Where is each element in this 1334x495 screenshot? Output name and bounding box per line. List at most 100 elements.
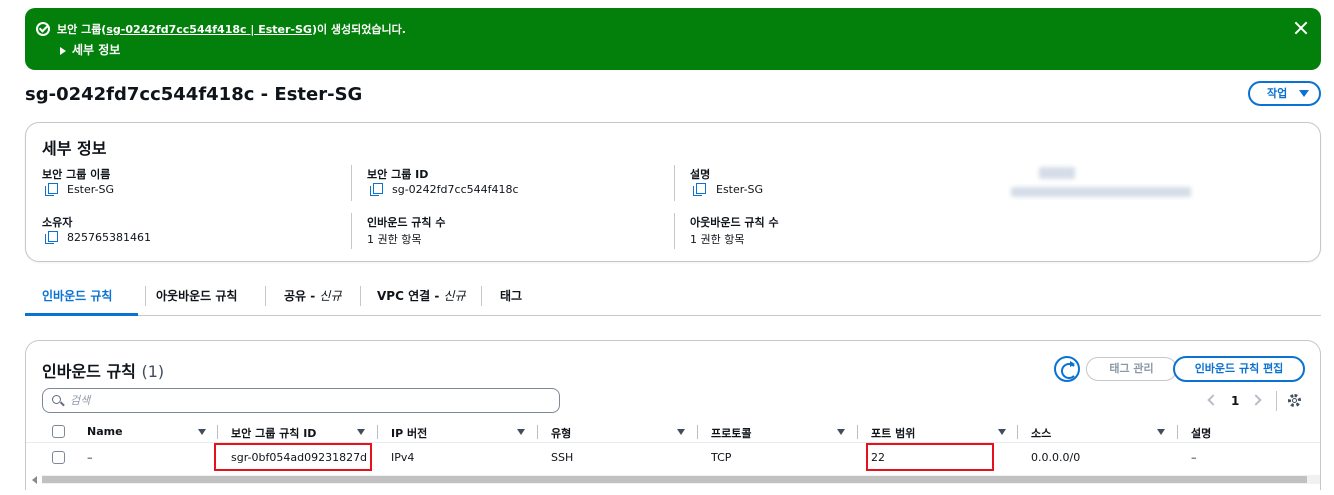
cell-protocol: TCP xyxy=(711,451,732,464)
sort-caret-icon[interactable] xyxy=(837,429,845,435)
cell-source: 0.0.0.0/0 xyxy=(1031,451,1081,464)
column-header-description[interactable]: 설명 xyxy=(1191,425,1211,441)
tab-new-badge: 신규 xyxy=(443,289,466,303)
column-resizer[interactable] xyxy=(1177,425,1178,439)
actions-button-label: 작업 xyxy=(1267,87,1288,100)
page-number[interactable]: 1 xyxy=(1231,394,1239,408)
sort-caret-icon[interactable] xyxy=(357,429,365,435)
sort-caret-icon[interactable] xyxy=(1157,429,1165,435)
column-resizer[interactable] xyxy=(217,425,218,439)
column-header-port-range[interactable]: 포트 범위 xyxy=(871,425,915,441)
redacted-region xyxy=(1011,165,1191,205)
flash-message: 보안 그룹(sg-0242fd7cc544f418c | Ester-SG)이 … xyxy=(57,21,406,37)
table-header: Name 보안 그룹 규칙 ID IP 버전 유형 프로토콜 포트 범위 소스 … xyxy=(26,421,1320,443)
owner-label: 소유자 xyxy=(42,216,73,229)
tab-label: 태그 xyxy=(500,289,523,303)
horizontal-scrollbar[interactable] xyxy=(42,475,1320,484)
search-input[interactable] xyxy=(70,392,550,409)
rules-title-text: 인바운드 규칙 xyxy=(42,362,136,381)
inbound-count-label: 인바운드 규칙 수 xyxy=(367,216,446,229)
success-check-icon xyxy=(36,22,50,36)
tab-label: 아웃바운드 규칙 xyxy=(156,289,238,303)
column-header-name[interactable]: Name xyxy=(87,425,123,438)
actions-button[interactable]: 작업 xyxy=(1248,81,1321,106)
manage-tags-button[interactable]: 태그 관리 xyxy=(1086,357,1177,381)
flash-details-toggle[interactable]: 세부 정보 xyxy=(60,41,120,58)
scrollbar-thumb[interactable] xyxy=(42,476,1307,483)
tab-separator xyxy=(360,286,361,306)
copy-icon[interactable] xyxy=(45,183,58,196)
row-checkbox[interactable] xyxy=(52,451,65,464)
highlight-rule-id-box xyxy=(214,443,372,471)
search-field[interactable] xyxy=(42,388,560,413)
sg-name-value: Ester-SG xyxy=(67,183,115,196)
scroll-left-arrow-icon[interactable] xyxy=(32,476,37,484)
sort-caret-icon[interactable] xyxy=(517,429,525,435)
caret-right-icon xyxy=(60,46,66,55)
rules-title: 인바운드 규칙 (1) xyxy=(42,358,164,382)
rules-count: (1) xyxy=(141,362,165,381)
inbound-rules-panel: 인바운드 규칙 (1) 태그 관리 인바운드 규칙 편집 1 Name 보안 그… xyxy=(25,340,1321,490)
tab-label: VPC 연결 - xyxy=(377,289,444,303)
success-flash-banner: 보안 그룹(sg-0242fd7cc544f418c | Ester-SG)이 … xyxy=(25,8,1321,70)
tab-outbound-rules[interactable]: 아웃바운드 규칙 xyxy=(156,280,237,316)
column-header-protocol[interactable]: 프로토콜 xyxy=(711,425,751,441)
select-all-checkbox[interactable] xyxy=(52,425,65,438)
sort-caret-icon[interactable] xyxy=(198,429,206,435)
column-resizer[interactable] xyxy=(857,425,858,439)
tab-label: 인바운드 규칙 xyxy=(42,289,113,303)
column-resizer[interactable] xyxy=(377,425,378,439)
chevron-left-icon[interactable] xyxy=(1207,394,1219,406)
divider xyxy=(351,213,352,249)
divider xyxy=(1276,391,1277,411)
description-value: Ester-SG xyxy=(716,183,764,196)
security-group-link[interactable]: sg-0242fd7cc544f418c | Ester-SG xyxy=(106,23,312,36)
divider xyxy=(674,165,675,201)
description-label: 설명 xyxy=(690,168,711,181)
column-resizer[interactable] xyxy=(537,425,538,439)
tab-bar: 인바운드 규칙 아웃바운드 규칙 공유 - 신규 VPC 연결 - 신규 태그 xyxy=(25,280,1321,316)
highlight-port-range-box xyxy=(866,443,994,471)
cell-description: – xyxy=(1191,451,1197,464)
column-resizer[interactable] xyxy=(697,425,698,439)
copy-icon[interactable] xyxy=(693,183,706,196)
tab-inbound-rules[interactable]: 인바운드 규칙 xyxy=(25,280,138,316)
page-title: sg-0242fd7cc544f418c - Ester-SG xyxy=(25,84,363,105)
tab-tags[interactable]: 태그 xyxy=(500,280,522,316)
refresh-icon[interactable] xyxy=(1054,356,1080,382)
close-icon[interactable] xyxy=(1293,20,1309,36)
column-header-source[interactable]: 소스 xyxy=(1031,425,1051,441)
flash-message-suffix: )이 생성되었습니다. xyxy=(311,23,406,36)
column-resizer[interactable] xyxy=(1017,425,1018,439)
flash-message-prefix: 보안 그룹( xyxy=(57,23,107,36)
search-icon xyxy=(52,395,61,404)
divider xyxy=(674,213,675,249)
sg-id-value: sg-0242fd7cc544f418c xyxy=(392,183,519,196)
sort-caret-icon[interactable] xyxy=(998,429,1006,435)
tab-label: 공유 - xyxy=(284,289,320,303)
column-header-type[interactable]: 유형 xyxy=(551,425,571,441)
cell-type: SSH xyxy=(551,451,574,464)
sort-caret-icon[interactable] xyxy=(677,429,685,435)
tab-separator xyxy=(265,286,266,306)
column-header-rule-id[interactable]: 보안 그룹 규칙 ID xyxy=(231,425,316,441)
tab-separator xyxy=(481,286,482,306)
details-title: 세부 정보 xyxy=(42,139,107,158)
gear-icon[interactable] xyxy=(1288,394,1301,407)
outbound-count-value: 1 권한 항목 xyxy=(690,233,745,246)
flash-details-label: 세부 정보 xyxy=(72,43,121,57)
tab-new-badge: 신규 xyxy=(319,289,342,303)
tab-vpc-associations[interactable]: VPC 연결 - 신규 xyxy=(377,280,466,316)
edit-inbound-rules-button[interactable]: 인바운드 규칙 편집 xyxy=(1173,356,1305,382)
outbound-count-label: 아웃바운드 규칙 수 xyxy=(690,216,779,229)
details-panel: 세부 정보 보안 그룹 이름 Ester-SG 보안 그룹 ID sg-0242… xyxy=(25,122,1321,262)
tab-sharing[interactable]: 공유 - 신규 xyxy=(284,280,342,316)
column-header-ip-version[interactable]: IP 버전 xyxy=(391,425,427,441)
chevron-right-icon[interactable] xyxy=(1250,394,1262,406)
copy-icon[interactable] xyxy=(45,231,58,244)
sg-id-label: 보안 그룹 ID xyxy=(367,168,429,181)
tab-separator xyxy=(145,286,146,306)
copy-icon[interactable] xyxy=(370,183,383,196)
divider xyxy=(351,165,352,201)
inbound-count-value: 1 권한 항목 xyxy=(367,233,422,246)
